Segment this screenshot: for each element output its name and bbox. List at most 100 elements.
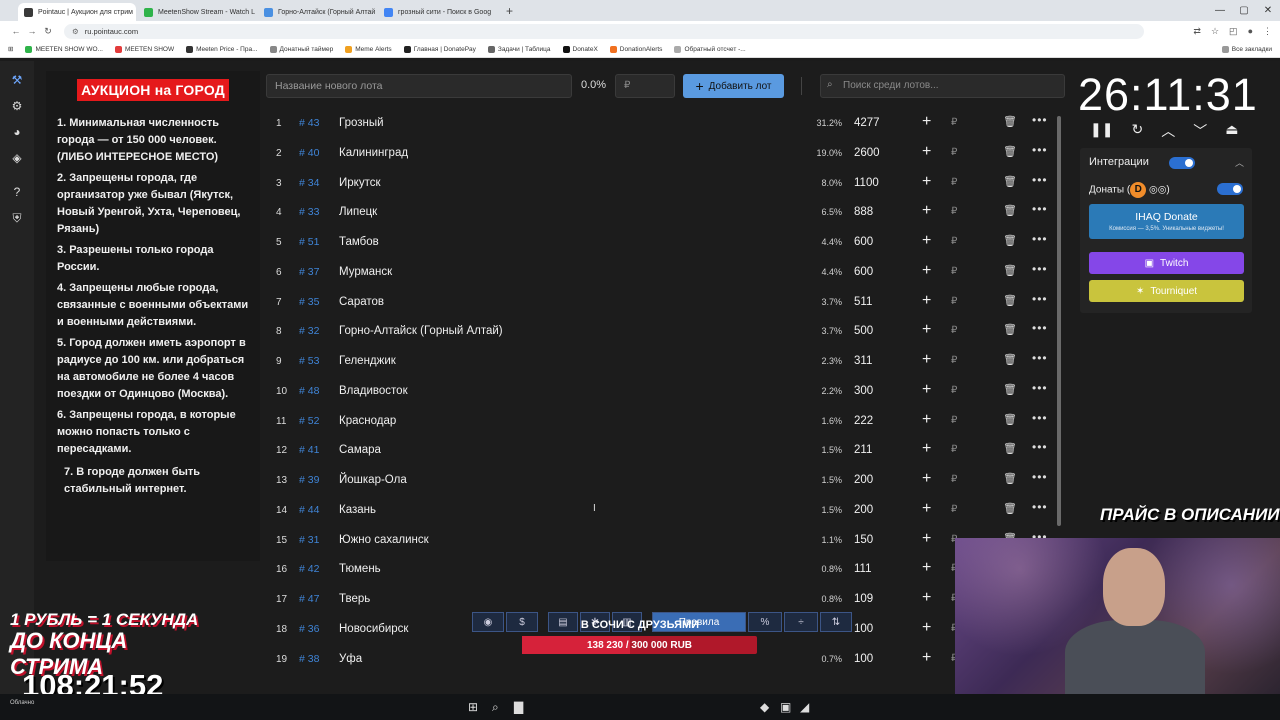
more-icon[interactable]: ••• (1032, 113, 1048, 127)
app-icon[interactable]: ▣ (780, 700, 791, 714)
auction-gavel-icon[interactable]: ⚒ (0, 67, 34, 93)
folder-icon[interactable]: ▇ (514, 700, 523, 714)
add-amount-icon[interactable]: + (922, 470, 931, 488)
ruble-input[interactable]: ₽ (951, 325, 957, 336)
lot-id[interactable]: # 41 (299, 444, 319, 456)
minimize-icon[interactable]: — (1208, 5, 1232, 16)
settings-icon[interactable]: ⚙ (0, 93, 34, 119)
url-field[interactable]: ⚙ ru.pointauc.com (64, 23, 1144, 39)
trash-icon[interactable]: 🗑 (1003, 234, 1017, 247)
more-icon[interactable]: ••• (1032, 440, 1048, 454)
maximize-icon[interactable]: ▢ (1232, 5, 1256, 16)
trash-icon[interactable]: 🗑 (1003, 502, 1017, 515)
lot-amount[interactable]: 111 (854, 563, 871, 575)
ruble-input[interactable]: ₽ (951, 296, 957, 307)
lot-amount[interactable]: 311 (854, 355, 872, 367)
lot-id[interactable]: # 47 (299, 593, 319, 605)
add-amount-icon[interactable]: + (922, 440, 931, 458)
lot-id[interactable]: # 35 (299, 296, 319, 308)
lot-name[interactable]: Геленджик (339, 355, 396, 367)
layers-icon[interactable]: ◈ (0, 145, 34, 171)
lot-amount[interactable]: 500 (854, 325, 873, 337)
ruble-input[interactable]: ₽ (951, 444, 957, 455)
ruble-input[interactable]: ₽ (951, 117, 957, 128)
sort-icon[interactable]: ⇅ (820, 612, 852, 632)
lot-name[interactable]: Тюмень (339, 563, 381, 575)
add-amount-icon[interactable]: + (922, 262, 931, 280)
windows-start-icon[interactable]: ⊞ (468, 700, 478, 714)
lot-name[interactable]: Тамбов (339, 236, 379, 248)
lot-name[interactable]: Казань (339, 504, 376, 516)
lot-amount[interactable]: 888 (854, 206, 873, 218)
add-amount-icon[interactable]: + (922, 411, 931, 429)
app-icon[interactable]: ◢ (800, 700, 809, 714)
lot-amount[interactable]: 2600 (854, 147, 880, 159)
lot-name[interactable]: Владивосток (339, 385, 408, 397)
browser-tab[interactable]: Pointauc | Аукцион для стрим✕ (18, 3, 136, 21)
lot-id[interactable]: # 37 (299, 266, 319, 278)
bookmark-item[interactable]: MEETEN SHOW WO... (25, 45, 103, 53)
lot-amount[interactable]: 211 (854, 444, 872, 456)
more-icon[interactable]: ••• (1032, 351, 1048, 365)
all-bookmarks[interactable]: Все закладки (1221, 45, 1272, 53)
lot-name[interactable]: Горно-Алтайск (Горный Алтай) (339, 325, 503, 337)
trash-icon[interactable]: 🗑 (1003, 442, 1017, 455)
add-amount-icon[interactable]: + (922, 589, 931, 607)
lot-id[interactable]: # 42 (299, 563, 319, 575)
donations-toggle[interactable] (1217, 183, 1243, 195)
new-lot-input[interactable]: Название нового лота (266, 74, 572, 98)
site-info-icon[interactable]: ⚙ (72, 27, 79, 36)
ruble-input[interactable]: ₽ (951, 177, 957, 188)
trash-icon[interactable]: 🗑 (1003, 472, 1017, 485)
lot-amount[interactable]: 200 (854, 474, 873, 486)
lot-id[interactable]: # 51 (299, 236, 319, 248)
lot-amount[interactable]: 109 (854, 593, 873, 605)
trash-icon[interactable]: 🗑 (1003, 264, 1017, 277)
help-icon[interactable]: ? (0, 179, 34, 205)
lot-name[interactable]: Самара (339, 444, 381, 456)
ruble-input[interactable]: ₽ (951, 385, 957, 396)
more-icon[interactable]: ••• (1032, 143, 1048, 157)
lot-name[interactable]: Липецк (339, 206, 377, 218)
lot-amount[interactable]: 1100 (854, 177, 879, 189)
chevron-up-icon[interactable]: ︿ (1161, 121, 1175, 141)
add-amount-icon[interactable]: + (922, 202, 931, 220)
ruble-input[interactable]: ₽ (951, 236, 957, 247)
reload-icon[interactable]: ↻ (40, 26, 56, 37)
more-icon[interactable]: ••• (1032, 381, 1048, 395)
trash-icon[interactable]: 🗑 (1003, 294, 1017, 307)
lot-amount[interactable]: 100 (854, 653, 873, 665)
lot-name[interactable]: Тверь (339, 593, 370, 605)
translate-icon[interactable]: ⇄ (1193, 26, 1201, 37)
ihaq-donate-button[interactable]: IHAQ Donate Комиссия — 3,5%. Уникальные … (1089, 204, 1244, 239)
apps-icon[interactable]: ⊞ (8, 45, 13, 53)
eject-icon[interactable]: ⏏ (1225, 121, 1238, 141)
reset-icon[interactable]: ↻ (1131, 121, 1143, 141)
browser-tab[interactable]: MeetenShow Stream - Watch L✕ (138, 3, 256, 21)
lot-id[interactable]: # 38 (299, 653, 319, 665)
trash-icon[interactable]: 🗑 (1003, 413, 1017, 426)
trash-icon[interactable]: 🗑 (1003, 353, 1017, 366)
lot-id[interactable]: # 48 (299, 385, 319, 397)
bookmark-item[interactable]: DonationAlerts (609, 45, 662, 53)
forward-icon[interactable]: → (24, 26, 40, 36)
add-amount-icon[interactable]: + (922, 173, 931, 191)
lot-id[interactable]: # 53 (299, 355, 319, 367)
lot-id[interactable]: # 33 (299, 206, 319, 218)
lot-name[interactable]: Саратов (339, 296, 384, 308)
scrollbar[interactable] (1057, 116, 1061, 526)
lot-id[interactable]: # 40 (299, 147, 319, 159)
lot-name[interactable]: Уфа (339, 653, 362, 665)
add-amount-icon[interactable]: + (922, 232, 931, 250)
lot-id[interactable]: # 44 (299, 504, 319, 516)
add-amount-icon[interactable]: + (922, 500, 931, 518)
pause-icon[interactable]: ❚❚ (1090, 121, 1113, 141)
twitch-button[interactable]: ▣ Twitch (1089, 252, 1244, 274)
add-amount-icon[interactable]: + (922, 530, 931, 548)
more-icon[interactable]: ••• (1032, 262, 1048, 276)
bookmark-item[interactable]: Meeten Price - Пра... (186, 45, 258, 53)
trash-icon[interactable]: 🗑 (1003, 175, 1017, 188)
add-amount-icon[interactable]: + (922, 143, 931, 161)
more-icon[interactable]: ••• (1032, 470, 1048, 484)
lot-amount[interactable]: 600 (854, 236, 873, 248)
